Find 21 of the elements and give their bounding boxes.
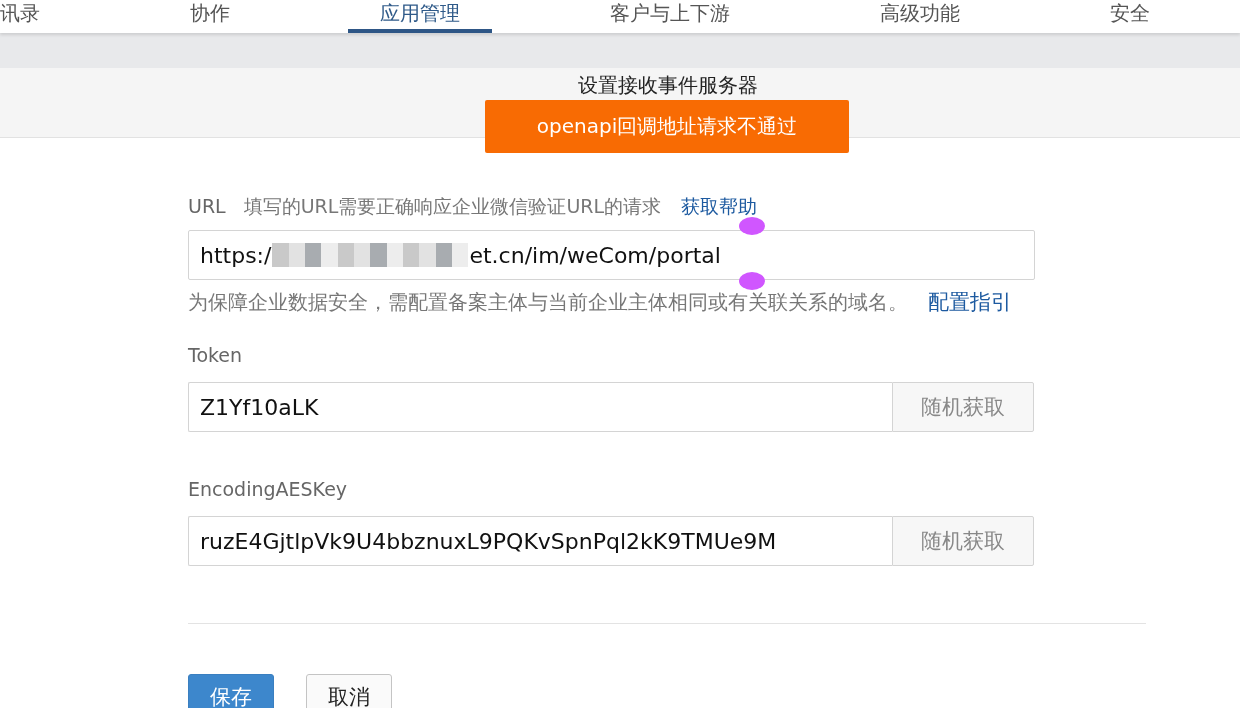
- nav-tab[interactable]: 客户与上下游: [578, 0, 762, 33]
- selection-handle-icon[interactable]: [739, 217, 765, 235]
- cancel-button[interactable]: 取消: [306, 674, 392, 708]
- help-link[interactable]: 获取帮助: [681, 194, 758, 220]
- url-field[interactable]: https:/ et.cn/im/weCom/portal: [188, 230, 1035, 280]
- nav-tab[interactable]: 协作: [158, 0, 262, 33]
- selection-handle-icon[interactable]: [739, 272, 765, 290]
- domain-note: 为保障企业数据安全，需配置备案主体与当前企业主体相同或有关联关系的域名。: [188, 288, 908, 316]
- guide-link[interactable]: 配置指引: [928, 288, 1012, 316]
- panel-title: 设置接收事件服务器: [578, 72, 758, 98]
- field-label: URL: [188, 195, 226, 217]
- text-field[interactable]: ruzE4GjtlpVk9U4bbznuxL9PQKvSpnPql2kK9TMUe9M: [188, 516, 892, 566]
- nav-tab[interactable]: 高级功能: [848, 0, 992, 33]
- field-hint: 填写的URL需要正确响应企业微信验证URL的请求: [243, 194, 662, 219]
- text-field[interactable]: Z1Yf10aLK: [188, 382, 892, 432]
- field-label: EncodingAESKey: [188, 478, 349, 502]
- save-button[interactable]: 保存: [188, 674, 274, 708]
- nav-tab[interactable]: 安全: [1078, 0, 1182, 33]
- error-toast: openapi回调地址请求不通过: [485, 100, 849, 153]
- field-label: Token: [188, 344, 244, 368]
- nav-tab[interactable]: 讯录: [0, 0, 72, 33]
